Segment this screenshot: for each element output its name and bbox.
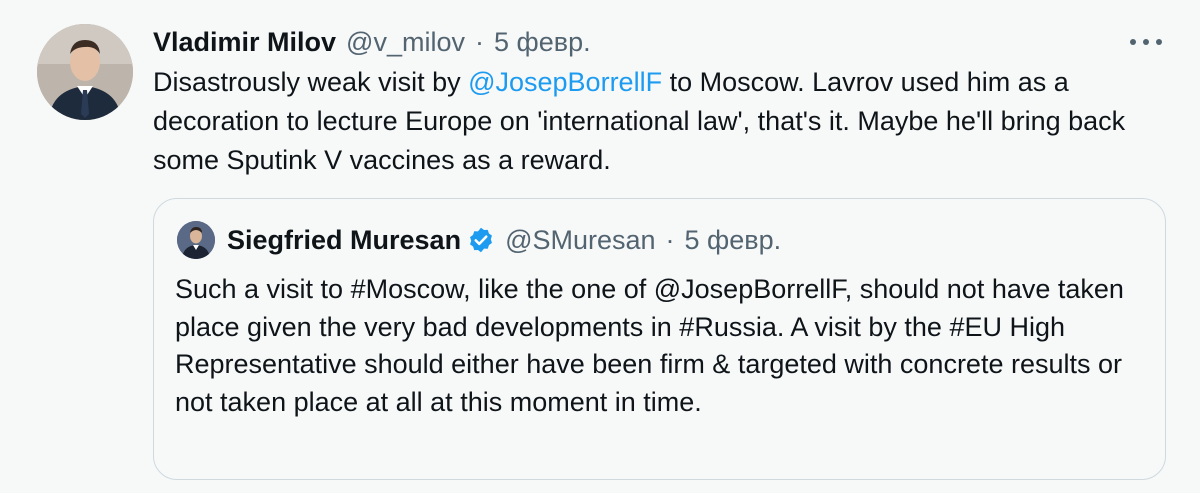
quoted-tweet-text: Such a visit to #Moscow, like the one of… <box>175 274 1124 417</box>
author-name[interactable]: Vladimir Milov <box>153 27 336 58</box>
person-avatar-icon <box>177 221 215 259</box>
quoted-author-handle[interactable]: @SMuresan <box>505 225 655 256</box>
header-separator: · <box>474 26 484 57</box>
tweet-text: Disastrously weak visit by @JosepBorrell… <box>153 63 1168 180</box>
mention-link[interactable]: @JosepBorrellF <box>468 67 662 97</box>
quoted-tweet[interactable]: Siegfried Muresan @SMuresan · 5 февр. Su… <box>153 198 1166 480</box>
more-options-button[interactable] <box>1126 26 1166 58</box>
person-avatar-icon <box>37 24 133 120</box>
verified-badge-icon <box>467 226 495 254</box>
tweet-header: Vladimir Milov @v_milov · 5 февр. <box>153 22 591 62</box>
author-avatar[interactable] <box>37 24 133 120</box>
tweet-text-start: Disastrously weak visit by <box>153 67 469 97</box>
tweet-card[interactable]: Vladimir Milov @v_milov · 5 февр. Disast… <box>0 0 1200 493</box>
quoted-header-separator: · <box>665 224 675 255</box>
quoted-tweet-date[interactable]: 5 февр. <box>685 225 782 256</box>
author-handle[interactable]: @v_milov <box>346 27 465 58</box>
tweet-date[interactable]: 5 февр. <box>494 27 591 58</box>
more-options-icon <box>1130 39 1162 45</box>
quoted-tweet-header: Siegfried Muresan @SMuresan · 5 февр. <box>227 221 781 259</box>
quoted-author-name[interactable]: Siegfried Muresan <box>227 225 461 256</box>
quoted-author-avatar[interactable] <box>177 221 215 259</box>
